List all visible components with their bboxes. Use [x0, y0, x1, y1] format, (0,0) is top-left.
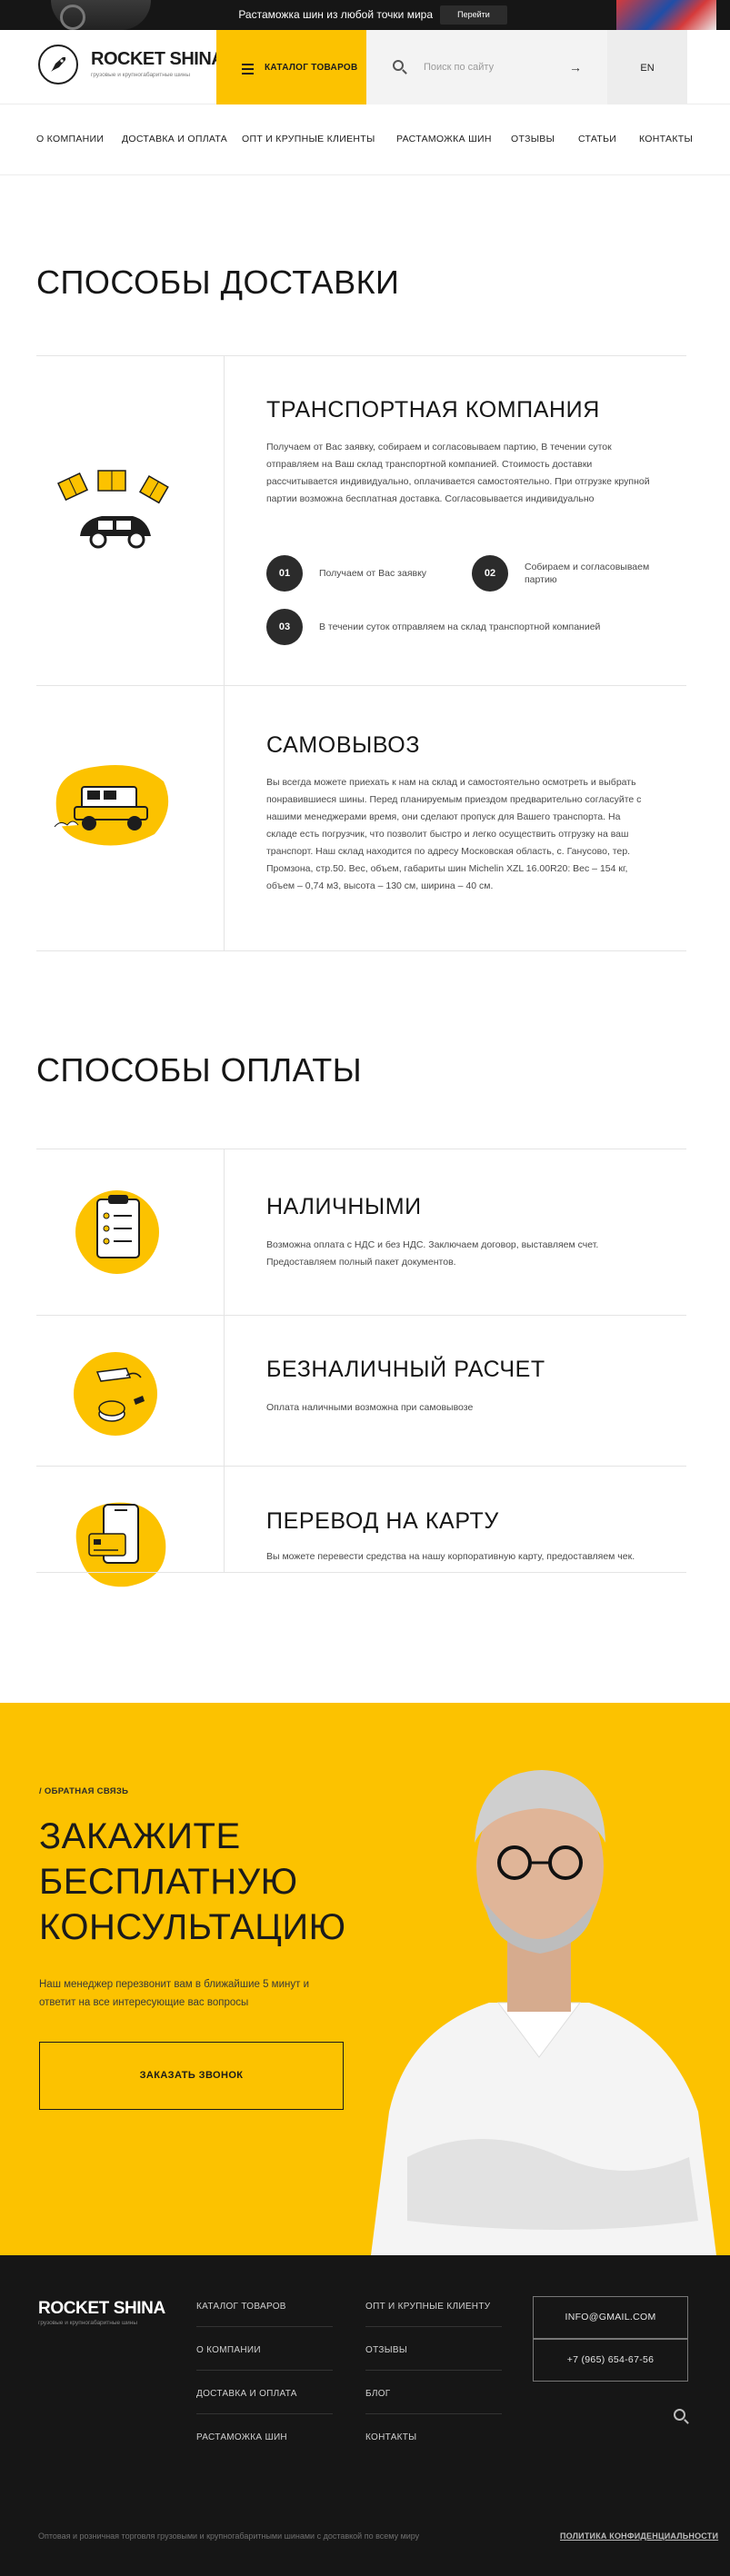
divider [36, 355, 686, 356]
divider [196, 2413, 333, 2414]
step-text: Получаем от Вас заявку [319, 568, 427, 579]
arrow-right-icon[interactable]: → [569, 60, 582, 75]
nav-item-customs[interactable]: РАСТАМОЖКА ШИН [396, 134, 492, 144]
step-text: Собираем и согласовываем партию [525, 562, 650, 585]
catalog-label[interactable]: КАТАЛОГ ТОВАРОВ [265, 63, 358, 73]
nav-item-delivery[interactable]: ДОСТАВКА И ОПЛАТА [122, 134, 227, 144]
cash-clipboard-icon [70, 1181, 170, 1281]
divider [36, 950, 686, 951]
transport-company-title: ТРАНСПОРТНАЯ КОМПАНИЯ [266, 397, 600, 423]
nav-item-wholesale[interactable]: ОПТ И КРУПНЫЕ КЛИЕНТЫ [242, 134, 375, 144]
step-number: 01 [266, 555, 303, 592]
pickup-text: Вы всегда можете приехать к нам на склад… [266, 777, 642, 891]
logo-tagline: грузовые и крупногабаритные шины [91, 72, 191, 78]
delivery-title: СПОСОБЫ ДОСТАВКИ [36, 264, 400, 301]
divider [36, 1315, 686, 1316]
step-number: 03 [266, 609, 303, 645]
footer-link-wholesale[interactable]: ОПТ И КРУПНЫЕ КЛИЕНТУ [365, 2302, 490, 2312]
footer-link-customs[interactable]: РАСТАМОЖКА ШИН [196, 2432, 287, 2442]
divider [365, 2413, 502, 2414]
transport-company-text: Получаем от Вас заявку, собираем и согла… [266, 442, 650, 504]
pickup-truck-icon [47, 754, 176, 854]
footer-logo-tagline: грузовые и крупногабаритные шины [38, 2320, 138, 2326]
column-divider [224, 685, 225, 950]
footer-link-catalog[interactable]: КАТАЛОГ ТОВАРОВ [196, 2302, 286, 2312]
divider [365, 2326, 502, 2327]
pickup-title: САМОВЫВОЗ [266, 732, 421, 758]
footer-link-about[interactable]: О КОМПАНИИ [196, 2345, 261, 2355]
nav-item-articles[interactable]: СТАТЬИ [578, 134, 616, 144]
search-input[interactable]: Поиск по сайту [424, 62, 494, 73]
cashless-payment-icon [70, 1345, 170, 1445]
consultation-subtitle: Наш менеджер перезвонит вам в ближайшие … [39, 1979, 310, 2008]
nav-item-contacts[interactable]: КОНТАКТЫ [639, 134, 693, 144]
step-text: В течении суток отправляем на склад тран… [319, 622, 601, 632]
footer-logo[interactable]: ROCKET SHINA [38, 2299, 165, 2319]
divider [196, 2326, 333, 2327]
card-transfer-icon [64, 1496, 173, 1596]
divider [36, 1572, 686, 1573]
order-call-button[interactable]: ЗАКАЗАТЬ ЗВОНОК [39, 2042, 344, 2110]
nav-item-about[interactable]: О КОМПАНИИ [36, 134, 104, 144]
divider [36, 1466, 686, 1467]
footer-link-reviews[interactable]: ОТЗЫВЫ [365, 2345, 407, 2355]
footer-link-contacts[interactable]: КОНТАКТЫ [365, 2432, 416, 2442]
cash-text: Возможна оплата с НДС и без НДС. Заключа… [266, 1239, 599, 1268]
search-icon [393, 60, 404, 71]
card-transfer-title: ПЕРЕВОД НА КАРТУ [266, 1508, 499, 1534]
cashless-text: Оплата наличными возможна при самовывозе [266, 1402, 474, 1413]
payment-title: СПОСОБЫ ОПЛАТЫ [36, 1051, 363, 1089]
promo-trucks-image [616, 0, 716, 30]
promo-text: Растаможка шин из любой точки мира [238, 8, 433, 21]
search-icon[interactable] [674, 2409, 685, 2421]
footer-phone-button[interactable]: +7 (965) 654-67-56 [533, 2339, 688, 2382]
step-number: 02 [472, 555, 508, 592]
footer-link-delivery[interactable]: ДОСТАВКА И ОПЛАТА [196, 2389, 297, 2399]
footer-email-button[interactable]: INFO@GMAIL.COM [533, 2296, 688, 2339]
divider [36, 685, 686, 686]
menu-icon [242, 64, 254, 77]
cash-title: НАЛИЧНЫМИ [266, 1194, 422, 1219]
rocket-logo-icon[interactable] [38, 45, 78, 85]
cashless-title: БЕЗНАЛИЧНЫЙ РАСЧЕТ [266, 1357, 545, 1382]
consultation-title: ЗАКАЖИТЕ БЕСПЛАТНУЮ КОНСУЛЬТАЦИЮ [39, 1816, 346, 1947]
column-divider [224, 1149, 225, 1572]
footer-link-blog[interactable]: БЛОГ [365, 2389, 391, 2399]
promo-button[interactable]: Перейти [440, 5, 507, 25]
logo-name[interactable]: ROCKET SHINA [91, 49, 225, 69]
privacy-policy-link[interactable]: ПОЛИТИКА КОНФИДЕНЦИАЛЬНОСТИ [560, 2531, 718, 2541]
feedback-tag: / ОБРАТНАЯ СВЯЗЬ [39, 1786, 129, 1796]
nav-item-reviews[interactable]: ОТЗЫВЫ [511, 134, 555, 144]
transport-company-icon [45, 465, 182, 565]
divider [365, 2370, 502, 2371]
manager-photo [353, 1730, 730, 2255]
column-divider [224, 355, 225, 685]
footer-copyright: Оптовая и розничная торговля грузовыми и… [38, 2531, 420, 2541]
card-transfer-text: Вы можете перевести средства на нашу кор… [266, 1551, 635, 1562]
divider [196, 2370, 333, 2371]
language-label[interactable]: EN [607, 63, 687, 74]
